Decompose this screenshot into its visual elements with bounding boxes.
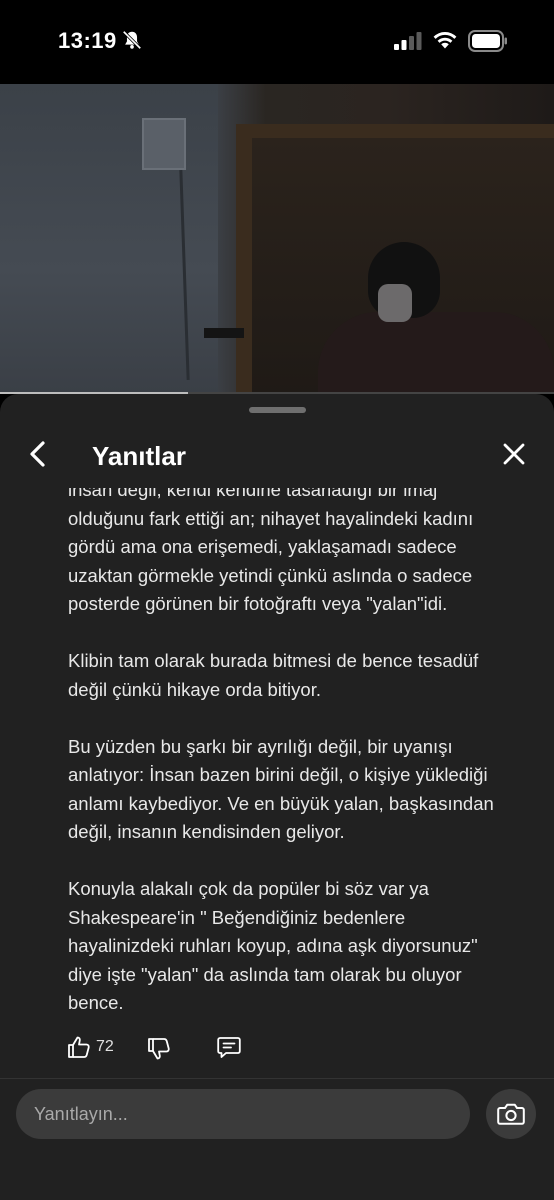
like-count: 72 (96, 1038, 114, 1055)
comment-text: insan değil, kendi kendine tasarladığı b… (68, 488, 508, 1046)
signal-icon (394, 32, 422, 50)
reply-input[interactable] (16, 1089, 470, 1139)
video-frame-handle (204, 328, 244, 338)
reply-bar (0, 1078, 554, 1200)
thumbs-down-icon[interactable] (146, 1036, 172, 1062)
close-icon[interactable] (496, 436, 532, 472)
bell-slash-icon (122, 30, 142, 50)
comment-actions: 72 (0, 1030, 554, 1070)
drag-handle[interactable] (249, 407, 306, 413)
video-frame-box (142, 118, 186, 170)
camera-icon (497, 1103, 525, 1125)
comment-paragraph: Klibin tam olarak burada bitmesi de benc… (68, 650, 479, 700)
thumbs-up-icon[interactable] (66, 1034, 92, 1060)
status-bar: 13:19 (0, 0, 554, 84)
status-time: 13:19 (58, 28, 117, 53)
comment-icon[interactable] (216, 1034, 242, 1060)
chevron-left-icon[interactable] (20, 436, 56, 472)
video-frame-person-body (318, 312, 554, 394)
wifi-icon (433, 32, 457, 49)
comment-paragraph: Konuyla alakalı çok da popüler bi söz va… (68, 878, 478, 1013)
video-frame-person-face (378, 284, 412, 322)
comment-body: insan değil, kendi kendine tasarladığı b… (0, 488, 554, 1078)
sheet-header: Yanıtlar (0, 422, 554, 488)
replies-sheet: Yanıtlar insan değil, kendi kendine tasa… (0, 394, 554, 1200)
comment-paragraph: Bu yüzden bu şarkı bir ayrılığı değil, b… (68, 735, 494, 843)
sheet-title: Yanıtlar (92, 441, 186, 471)
battery-icon (468, 30, 507, 52)
comment-paragraph: insan değil, kendi kendine tasarladığı b… (68, 488, 474, 614)
camera-button[interactable] (486, 1089, 536, 1139)
video-player[interactable] (0, 84, 554, 394)
